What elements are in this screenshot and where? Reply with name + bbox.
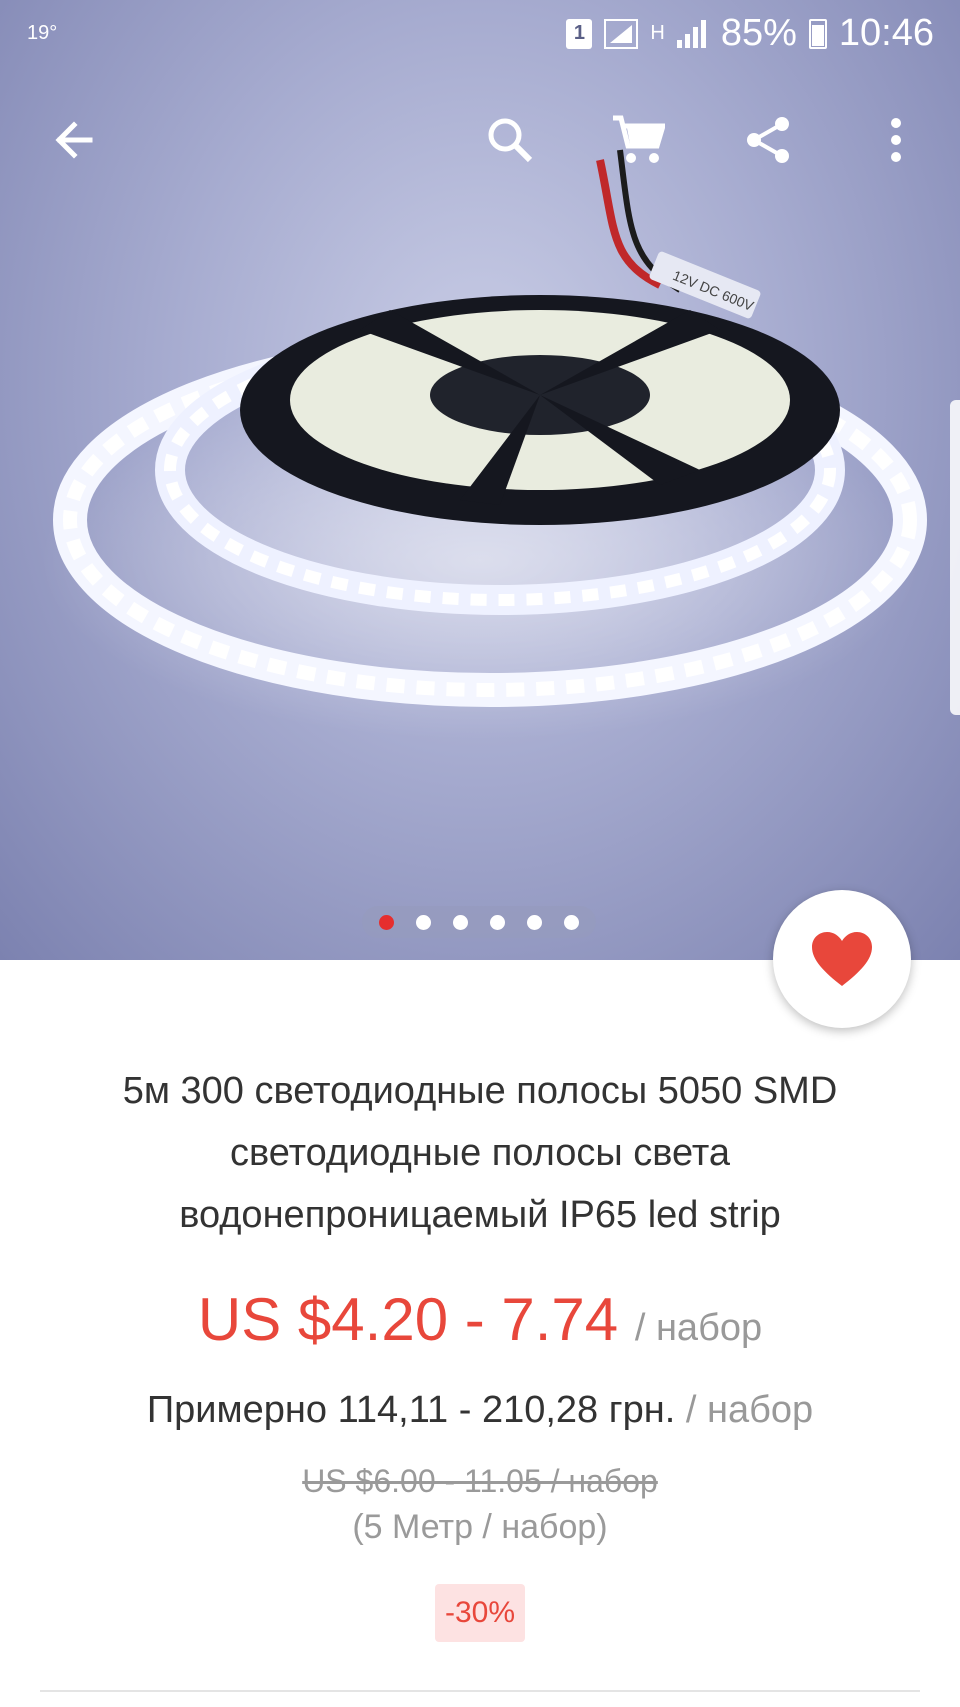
cart-icon: [613, 115, 665, 163]
network-type-icon: H: [650, 22, 665, 44]
pack-info: (5 Метр / набор): [352, 1508, 608, 1546]
signal-icon: [604, 18, 639, 49]
clock: 10:46: [838, 12, 934, 54]
arrow-left-icon: [55, 121, 93, 159]
gallery-dot[interactable]: [453, 914, 468, 930]
product-info: 5м 300 светодиодные полосы 5050 SMD свет…: [0, 1060, 960, 1642]
battery-percent: 85%: [720, 12, 797, 54]
gallery-dot[interactable]: [564, 914, 579, 930]
battery-icon: [808, 18, 827, 49]
gallery-dot[interactable]: [490, 914, 505, 930]
cell-signal-icon: [676, 19, 706, 48]
scroll-handle[interactable]: [950, 400, 960, 715]
divider: [40, 1690, 920, 1692]
more-button[interactable]: [856, 95, 936, 185]
search-icon: [488, 118, 533, 163]
product-title: 5м 300 светодиодные полосы 5050 SMD свет…: [122, 1070, 838, 1236]
price-row: US $4.20 - 7.74 / набор: [0, 1282, 960, 1366]
price-unit: / набор: [634, 1307, 763, 1349]
heart-icon: [812, 932, 872, 986]
toolbar: [0, 95, 960, 185]
approx-unit: / набор: [685, 1389, 814, 1431]
wishlist-button[interactable]: [773, 890, 911, 1028]
approx-price: Примерно 114,11 - 210,28 грн.: [146, 1389, 676, 1431]
approx-price-row: Примерно 114,11 - 210,28 грн. / набор: [0, 1380, 960, 1440]
back-button[interactable]: [34, 95, 114, 185]
gallery-dot-active[interactable]: [379, 914, 394, 930]
more-vertical-icon: [891, 118, 901, 162]
old-price: US $6.00 - 11.05 / набор: [302, 1463, 658, 1499]
temperature: 19°: [27, 22, 58, 44]
status-bar: 19° 1 H 85% 10:46: [0, 0, 960, 70]
gallery-dot[interactable]: [416, 914, 431, 930]
share-icon: [747, 117, 789, 163]
product-image-gallery[interactable]: 12V DC 600V 19° 1 H 85% 10:46: [0, 0, 960, 960]
cart-button[interactable]: [598, 95, 678, 185]
price: US $4.20 - 7.74: [197, 1286, 619, 1353]
sim-icon: 1: [566, 18, 593, 49]
search-button[interactable]: [470, 95, 550, 185]
share-button[interactable]: [728, 95, 808, 185]
gallery-indicator: [362, 906, 596, 938]
discount-badge: -30%: [434, 1584, 526, 1642]
gallery-dot[interactable]: [527, 914, 542, 930]
